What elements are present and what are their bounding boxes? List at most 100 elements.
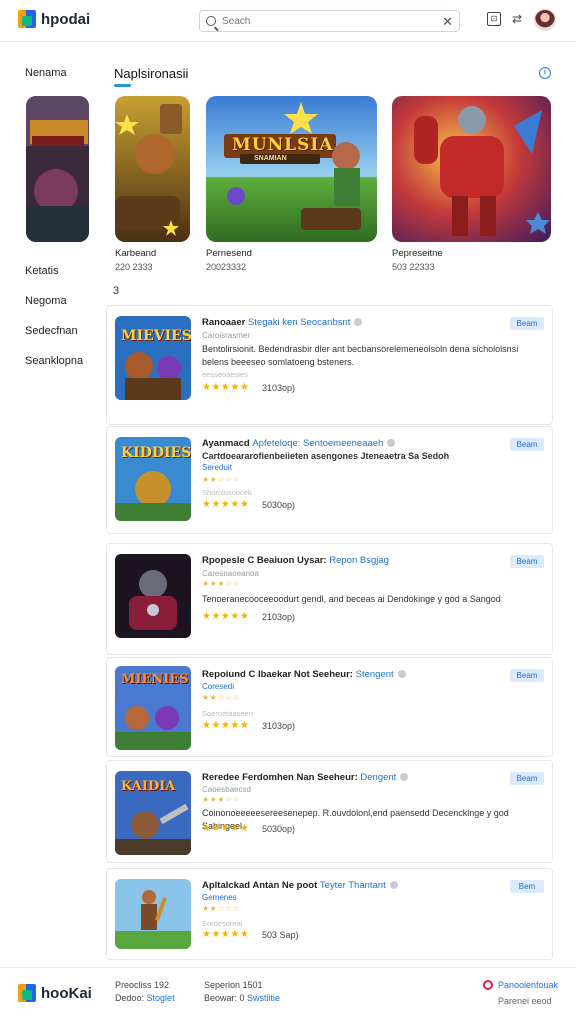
- row-faint-text: eesseoaesies: [202, 370, 248, 379]
- footer-link[interactable]: Swstiitie: [247, 993, 280, 1003]
- row-link[interactable]: Sereduit: [202, 463, 232, 472]
- star-rating: ★★★★★: [202, 929, 250, 940]
- row-subtitle: Coresedi: [202, 682, 235, 691]
- game-thumbnail: [115, 554, 191, 638]
- row-title[interactable]: Ranoaaer Stegaki ken Seocanbsnt: [202, 317, 363, 328]
- featured-meta-1: 220 2333: [115, 262, 153, 272]
- game-art-image: [206, 96, 377, 242]
- faint-star-rating: ★★☆☆☆: [202, 693, 241, 702]
- row-description: Coinonoeeeeesereesenepep. R.ouvdolonl,en…: [202, 808, 509, 831]
- banner-text: MUNLSIA: [232, 135, 334, 155]
- list-item[interactable]: MIENIES Repoiund C Ibaekar Not Seeheur: …: [106, 657, 553, 757]
- footer-link[interactable]: Stoglet: [147, 993, 175, 1003]
- title-underline: [114, 84, 131, 87]
- footer-logo[interactable]: hooKai: [18, 984, 92, 1002]
- logo-text: hpodai: [41, 10, 91, 28]
- rating-count: 503 Sap): [262, 930, 299, 940]
- get-button[interactable]: Beam: [510, 555, 544, 568]
- row-title[interactable]: Ayanmacd Apfeteloqe: Sentoemeeneaaeh: [202, 438, 396, 449]
- footer: hooKai Preocliss 192 Dedoo: Stoglet Sepe…: [0, 967, 576, 1024]
- list-item[interactable]: KAIDIA Reredee Ferdomhen Nan Seeheur: De…: [106, 760, 553, 863]
- record-icon: [483, 980, 493, 990]
- star-rating: ★★★★★: [202, 382, 250, 393]
- get-button[interactable]: Bem: [510, 880, 544, 893]
- search-bar[interactable]: ✕: [199, 10, 460, 32]
- sidebar-item-4[interactable]: Seanklopna: [25, 355, 83, 367]
- get-button[interactable]: Beam: [510, 669, 544, 682]
- row-subtitle: Gemenes: [202, 893, 237, 902]
- info-dot-icon: [397, 670, 406, 679]
- close-icon[interactable]: ✕: [442, 15, 453, 28]
- footer-text: Seperion 1501: [204, 980, 263, 990]
- info-dot-icon: [400, 773, 409, 782]
- star-rating: ★★★★★: [202, 611, 250, 622]
- avatar[interactable]: [534, 9, 556, 31]
- sidebar-item-3[interactable]: Sedecfnan: [25, 325, 78, 337]
- featured-name-2[interactable]: Pernesend: [206, 248, 252, 259]
- list-item[interactable]: KIDDIES Ayanmacd Apfeteloqe: Sentoemeene…: [106, 426, 553, 534]
- footer-text: Dedoo: Stoglet: [115, 993, 175, 1003]
- get-button[interactable]: Beam: [510, 438, 544, 451]
- featured-name-1[interactable]: Karbeand: [115, 248, 156, 259]
- row-title[interactable]: Repoiund C Ibaekar Not Seeheur: Stengent: [202, 669, 406, 680]
- footer-logo-text: hooKai: [41, 984, 92, 1002]
- section-title: Naplsironasii: [114, 66, 189, 81]
- game-art-image: [26, 96, 89, 242]
- row-subtitle: Caresnaoeanoa: [202, 569, 259, 578]
- featured-card-1[interactable]: [115, 96, 190, 242]
- faint-star-rating: ★★☆☆☆: [202, 475, 241, 484]
- star-rating: ★★★★★: [202, 720, 250, 731]
- footer-text: Preocliss 192: [115, 980, 170, 990]
- faint-star-rating: ★★★☆☆: [202, 795, 241, 804]
- featured-name-3[interactable]: Pepreseitne: [392, 248, 443, 259]
- footer-text: Parenei eeod: [498, 996, 552, 1006]
- featured-card-2[interactable]: MUNLSIA SNAMIAN: [206, 96, 377, 242]
- row-faint-text: Soeroetaaseen: [202, 709, 253, 718]
- faint-star-rating: ★★☆☆☆: [202, 904, 241, 913]
- game-art-image: [392, 96, 551, 242]
- sidebar-item-2[interactable]: Negoma: [25, 295, 67, 307]
- result-count: 3: [113, 285, 120, 297]
- thumb-text: KAIDIA: [121, 779, 176, 794]
- game-thumbnail: KIDDIES: [115, 437, 191, 521]
- sidebar-item-0[interactable]: Nenama: [25, 67, 67, 79]
- share-icon[interactable]: ⇄: [510, 12, 524, 26]
- info-icon[interactable]: i: [539, 67, 551, 79]
- footer-link[interactable]: Panooienfouak: [498, 980, 558, 990]
- row-description: Tenoeranecooceeoodurt gendl, and beceas …: [202, 594, 501, 604]
- info-dot-icon: [354, 318, 363, 327]
- featured-card-partial[interactable]: [26, 96, 89, 242]
- faint-star-rating: ★★★☆☆: [202, 579, 241, 588]
- search-icon: [206, 16, 216, 26]
- list-item[interactable]: MIEVIES Ranoaaer Stegaki ken Seocanbsnt …: [106, 305, 553, 425]
- row-subtitle: Caroisrasmer: [202, 331, 251, 340]
- game-art-image: [115, 96, 190, 242]
- app-logo[interactable]: hpodai: [18, 10, 90, 28]
- row-faint-text: Soroesoreal: [202, 919, 243, 928]
- row-faint-text: Shorolosoocek: [202, 488, 252, 497]
- list-item[interactable]: Apltalckad Antan Ne poot Teyter Thantant…: [106, 868, 553, 960]
- info-dot-icon: [387, 439, 396, 448]
- banner-subtext: SNAMIAN: [254, 155, 287, 162]
- row-title[interactable]: Reredee Ferdomhen Nan Seeheur: Dengent: [202, 772, 409, 783]
- info-dot-icon: [389, 881, 398, 890]
- row-title[interactable]: Apltalckad Antan Ne poot Teyter Thantant: [202, 880, 398, 891]
- rating-count: 3103op): [262, 721, 296, 731]
- sidebar-item-1[interactable]: Ketatis: [25, 265, 59, 277]
- search-input[interactable]: [222, 15, 443, 27]
- game-thumbnail: MIENIES: [115, 666, 191, 750]
- game-thumbnail: [115, 879, 191, 949]
- list-item[interactable]: Rpopesle C Beaiuon Uysar: Repon Bsgjag C…: [106, 543, 553, 655]
- logo-icon: [18, 984, 36, 1002]
- get-button[interactable]: Beam: [510, 317, 544, 330]
- get-button[interactable]: Beam: [510, 772, 544, 785]
- star-rating: ★★★★★: [202, 823, 250, 834]
- game-thumbnail: MIEVIES: [115, 316, 191, 400]
- top-header: hpodai ✕ ⊡ ⇄: [0, 0, 576, 42]
- featured-card-3[interactable]: [392, 96, 551, 242]
- thumb-text: MIENIES: [121, 672, 189, 687]
- footer-text: Beowar: 0 Swstiitie: [204, 993, 281, 1003]
- bookmark-icon[interactable]: ⊡: [487, 12, 501, 26]
- thumb-text: KIDDIES: [121, 445, 191, 461]
- row-title[interactable]: Rpopesle C Beaiuon Uysar: Repon Bsgjag: [202, 555, 389, 566]
